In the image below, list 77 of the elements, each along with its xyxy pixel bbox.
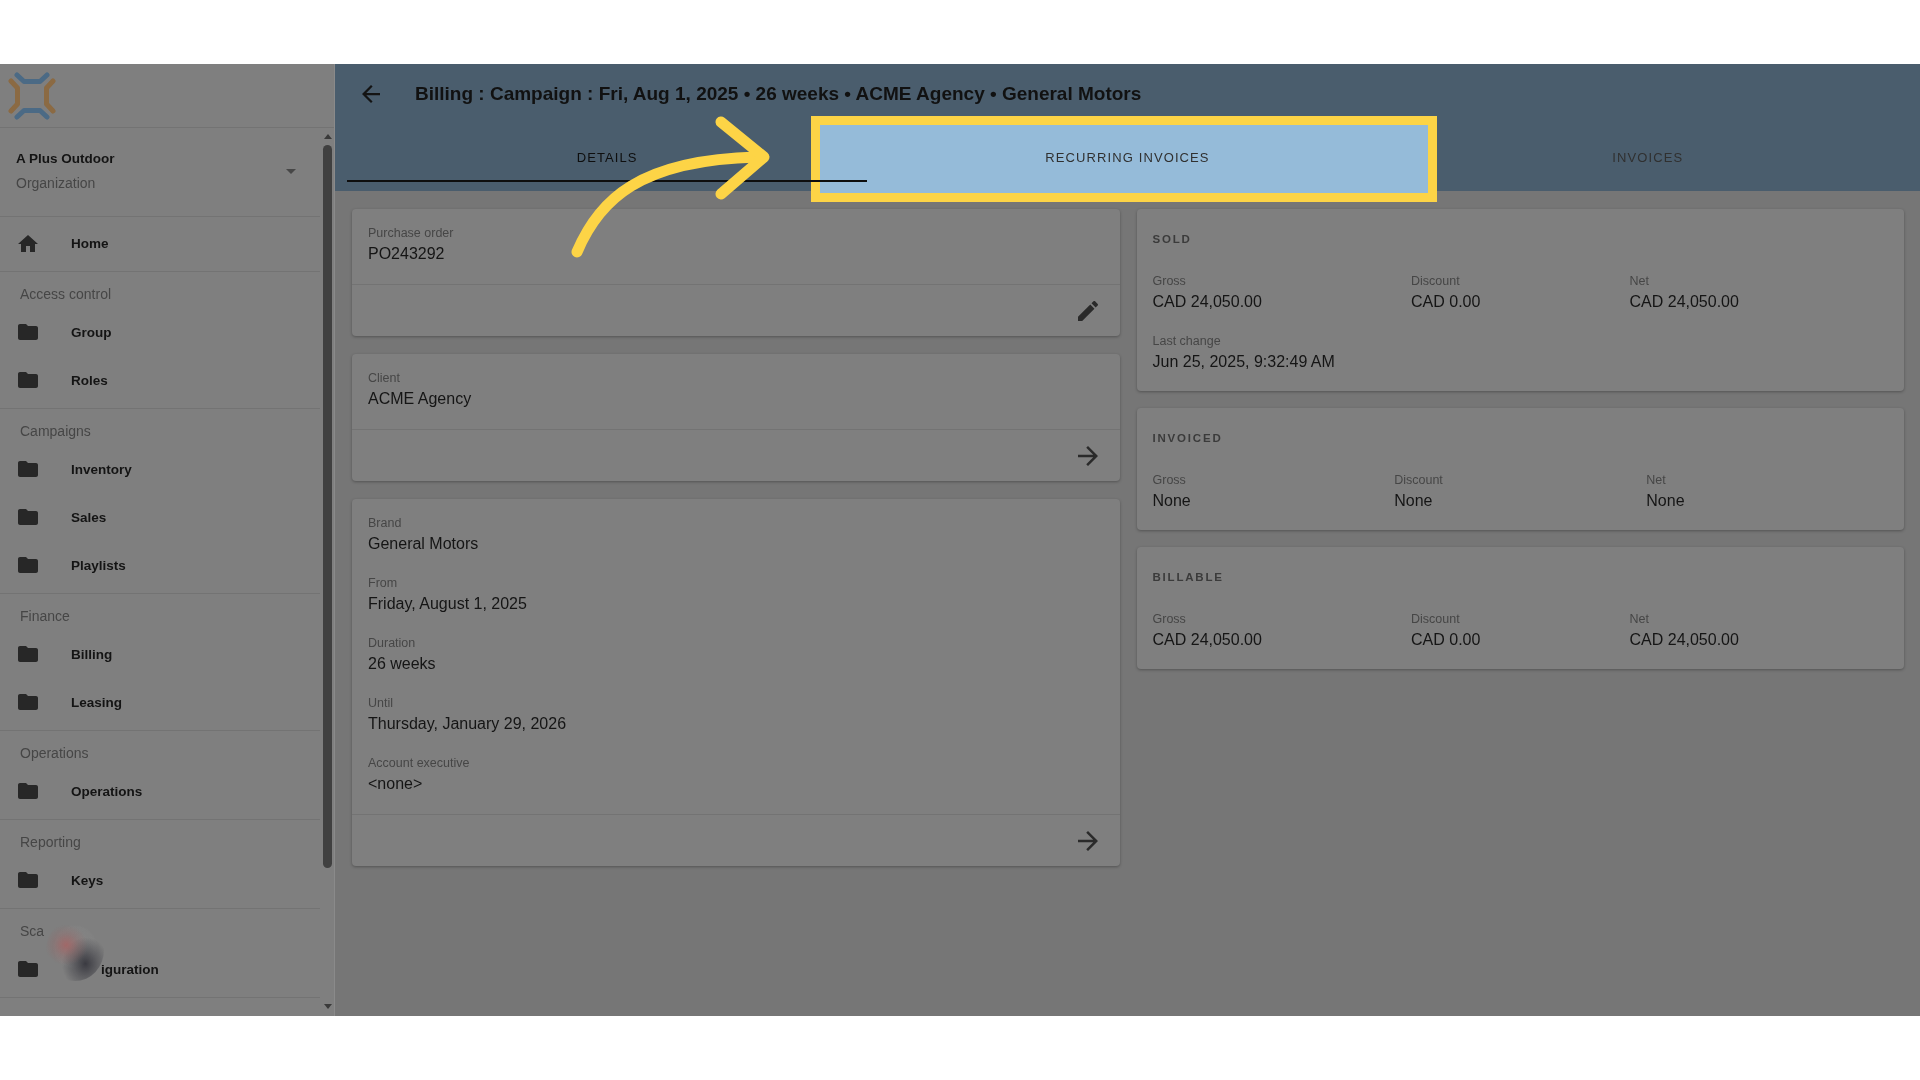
folder-icon xyxy=(18,961,38,977)
field-label: Discount xyxy=(1394,472,1443,488)
field-label: Purchase order xyxy=(368,225,454,241)
pencil-icon xyxy=(1077,300,1098,321)
field-value: CAD 24,050.00 xyxy=(1152,630,1262,650)
field-label: Brand xyxy=(368,515,402,531)
field-label: Gross xyxy=(1152,472,1186,488)
folder-icon xyxy=(18,372,38,388)
field-label: Net xyxy=(1646,472,1666,488)
field-value: CAD 0.00 xyxy=(1411,292,1481,312)
field-label: Gross xyxy=(1152,273,1186,289)
field-value: CAD 0.00 xyxy=(1411,630,1481,650)
home-icon xyxy=(18,234,38,252)
field-label: Until xyxy=(368,695,393,711)
organization-name[interactable]: A Plus Outdoor xyxy=(16,149,115,169)
organization-caption: Organization xyxy=(16,174,96,193)
field-value: CAD 24,050.00 xyxy=(1629,630,1739,650)
page-title: Billing : Campaign : Fri, Aug 1, 2025 • 26 weeks • ACME Agency • General Motors xyxy=(415,83,1142,105)
folder-icon xyxy=(18,783,38,799)
field-value: <none> xyxy=(368,774,423,794)
nav-item[interactable]: Leasing xyxy=(0,678,320,726)
section-label: Access control xyxy=(20,285,112,304)
card-title: INVOICED xyxy=(1152,431,1223,446)
field-value: General Motors xyxy=(368,534,479,554)
field-value: 26 weeks xyxy=(368,654,436,674)
arrow-right-icon xyxy=(1077,830,1098,851)
field-label: Client xyxy=(368,370,400,386)
nav-item[interactable]: Keys xyxy=(0,856,320,904)
field-label: Account executive xyxy=(368,755,470,771)
nav-item[interactable]: Group xyxy=(0,308,320,356)
field-label: From xyxy=(368,575,398,591)
field-label: Discount xyxy=(1411,611,1460,627)
folder-icon xyxy=(18,324,38,340)
scroll-down-icon[interactable] xyxy=(324,1004,332,1009)
field-label: Net xyxy=(1629,611,1649,627)
arrow-left-icon xyxy=(362,85,380,103)
section-label: Operations xyxy=(20,744,89,763)
card-title: SOLD xyxy=(1152,232,1192,247)
field-label: Last change xyxy=(1152,333,1221,349)
section-label: Campaigns xyxy=(20,422,91,441)
nav-item[interactable]: Operations xyxy=(0,767,320,815)
folder-icon xyxy=(18,872,38,888)
field-value: Thursday, January 29, 2026 xyxy=(368,714,567,734)
nav-item[interactable]: Billing xyxy=(0,630,320,678)
folder-icon xyxy=(18,646,38,662)
field-value: CAD 24,050.00 xyxy=(1152,292,1262,312)
nav-item[interactable]: Playlists xyxy=(0,541,320,589)
folder-icon xyxy=(18,694,38,710)
field-value: None xyxy=(1646,491,1685,511)
field-label: Net xyxy=(1629,273,1649,289)
folder-icon xyxy=(18,461,38,477)
field-value: ACME Agency xyxy=(368,389,472,409)
nav-item[interactable]: Inventory xyxy=(0,445,320,493)
folder-icon xyxy=(18,557,38,573)
scrollbar-thumb[interactable] xyxy=(323,145,332,868)
nav-item[interactable]: iguration xyxy=(0,945,320,993)
field-value: PO243292 xyxy=(368,244,445,264)
arrow-right-icon xyxy=(1077,445,1098,466)
nav-item[interactable]: Roles xyxy=(0,356,320,404)
section-label: Reporting xyxy=(20,833,81,852)
dropdown-caret-icon[interactable] xyxy=(286,168,296,174)
field-label: Duration xyxy=(368,635,416,651)
field-label: Gross xyxy=(1152,611,1186,627)
field-value: CAD 24,050.00 xyxy=(1629,292,1739,312)
field-value: Friday, August 1, 2025 xyxy=(368,594,527,614)
card-title: BILLABLE xyxy=(1152,570,1224,585)
nav-item[interactable]: Sales xyxy=(0,493,320,541)
field-value: None xyxy=(1152,491,1191,511)
tab[interactable]: RECURRING INVOICES xyxy=(867,134,1388,182)
section-label: Finance xyxy=(20,607,70,626)
field-value: Jun 25, 2025, 9:32:49 AM xyxy=(1152,352,1335,372)
section-label: Sca xyxy=(20,922,45,941)
folder-icon xyxy=(18,509,38,525)
field-label: Discount xyxy=(1411,273,1460,289)
field-value: None xyxy=(1394,491,1433,511)
scroll-up-icon[interactable] xyxy=(324,134,332,139)
nav-item[interactable]: Home xyxy=(0,219,320,267)
